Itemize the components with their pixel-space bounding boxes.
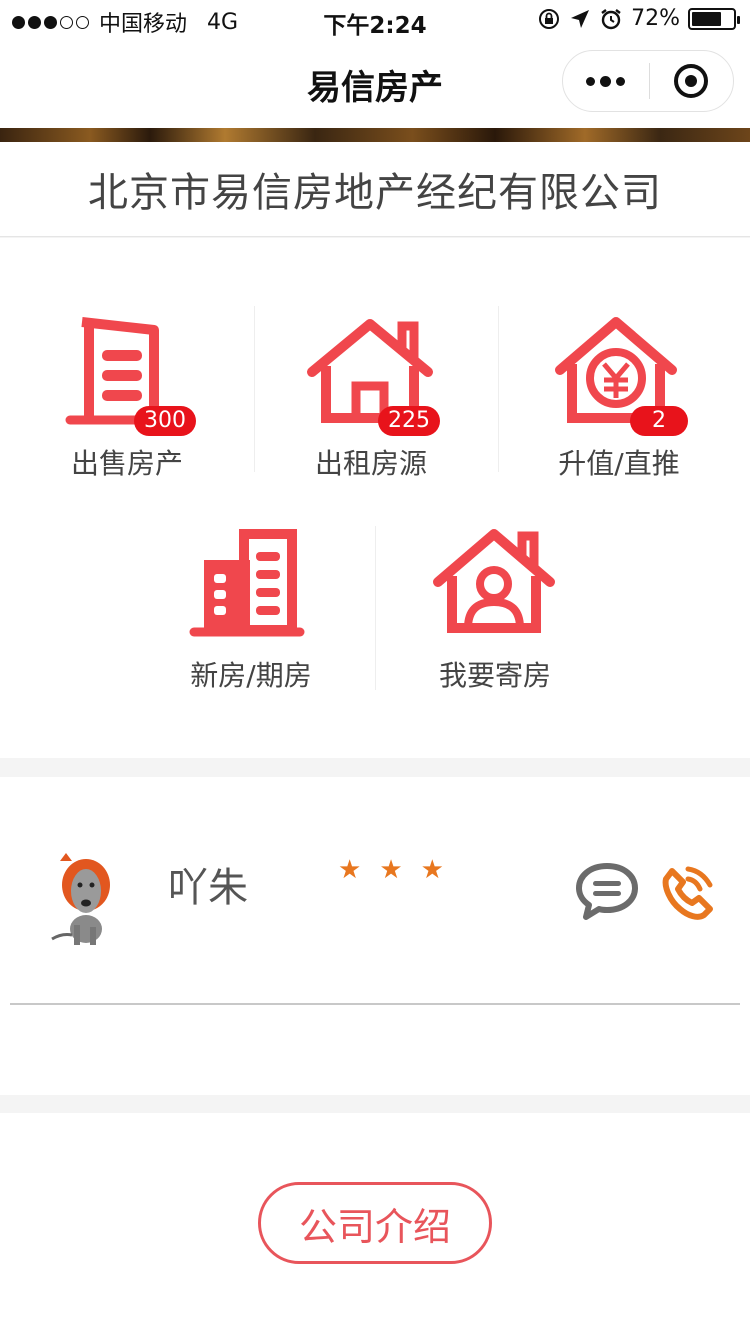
agent-name: 吖朱 <box>168 865 248 911</box>
apartments-icon <box>186 528 316 648</box>
battery-percent: 72% <box>631 6 680 31</box>
chat-bubble-icon <box>576 863 638 920</box>
menu-item-promote[interactable]: 2 升值/直推 <box>496 316 742 482</box>
menu-item-rent[interactable]: 225 出租房源 <box>248 316 494 482</box>
company-header: 北京市易信房地产经纪有限公司 <box>0 142 750 237</box>
sale-count-badge: 300 <box>134 406 196 436</box>
status-right: 72% <box>537 6 740 31</box>
house-icon: 225 <box>306 316 440 436</box>
company-name: 北京市易信房地产经纪有限公司 <box>88 170 662 216</box>
bottom-section: 公司介绍 <box>0 1113 750 1334</box>
menu-item-new-homes[interactable]: 新房/期房 <box>128 528 374 694</box>
target-icon <box>674 64 709 98</box>
menu-item-list-property[interactable]: 我要寄房 <box>372 528 618 694</box>
close-miniprogram-button[interactable] <box>650 51 734 111</box>
rent-count-badge: 225 <box>378 406 440 436</box>
menu-item-label: 出租房源 <box>314 447 427 480</box>
star-icon: ★ <box>338 855 362 885</box>
agent-card[interactable]: 吖朱 ★ ★ ★ <box>0 777 750 1095</box>
alarm-icon <box>601 8 621 29</box>
star-icon: ★ <box>420 855 444 885</box>
menu-grid: 300 出售房产 225 出租房源 2 升值/直推 新房/期房 我要寄房 <box>0 238 750 758</box>
battery-icon <box>688 7 740 30</box>
menu-item-sale[interactable]: 300 出售房产 <box>4 316 250 482</box>
status-bar: 中国移动 4G 下午2:24 72% <box>0 0 750 40</box>
divider <box>10 1003 740 1005</box>
menu-item-label: 出售房产 <box>70 447 183 480</box>
menu-item-label: 升值/直推 <box>558 447 680 480</box>
miniprogram-capsule <box>562 50 734 112</box>
menu-item-label: 新房/期房 <box>190 659 312 692</box>
promote-count-badge: 2 <box>630 406 688 436</box>
star-icon: ★ <box>379 855 403 885</box>
phone-icon <box>662 866 713 920</box>
banner-image <box>0 128 750 142</box>
agent-rating: ★ ★ ★ <box>338 857 444 883</box>
battery-level <box>692 11 721 26</box>
message-button[interactable] <box>574 861 640 921</box>
call-button[interactable] <box>654 863 718 923</box>
person-house-icon <box>430 528 560 648</box>
nav-bar: 易信房产 <box>0 40 750 128</box>
menu-item-label: 我要寄房 <box>438 659 551 692</box>
avatar <box>46 847 120 947</box>
rotation-lock-icon <box>539 8 560 29</box>
more-menu-button[interactable] <box>563 51 649 111</box>
yuan-house-icon: 2 <box>554 316 688 436</box>
building-icon: 300 <box>62 316 196 436</box>
company-intro-button[interactable]: 公司介绍 <box>258 1182 492 1264</box>
location-arrow-icon <box>571 9 590 28</box>
